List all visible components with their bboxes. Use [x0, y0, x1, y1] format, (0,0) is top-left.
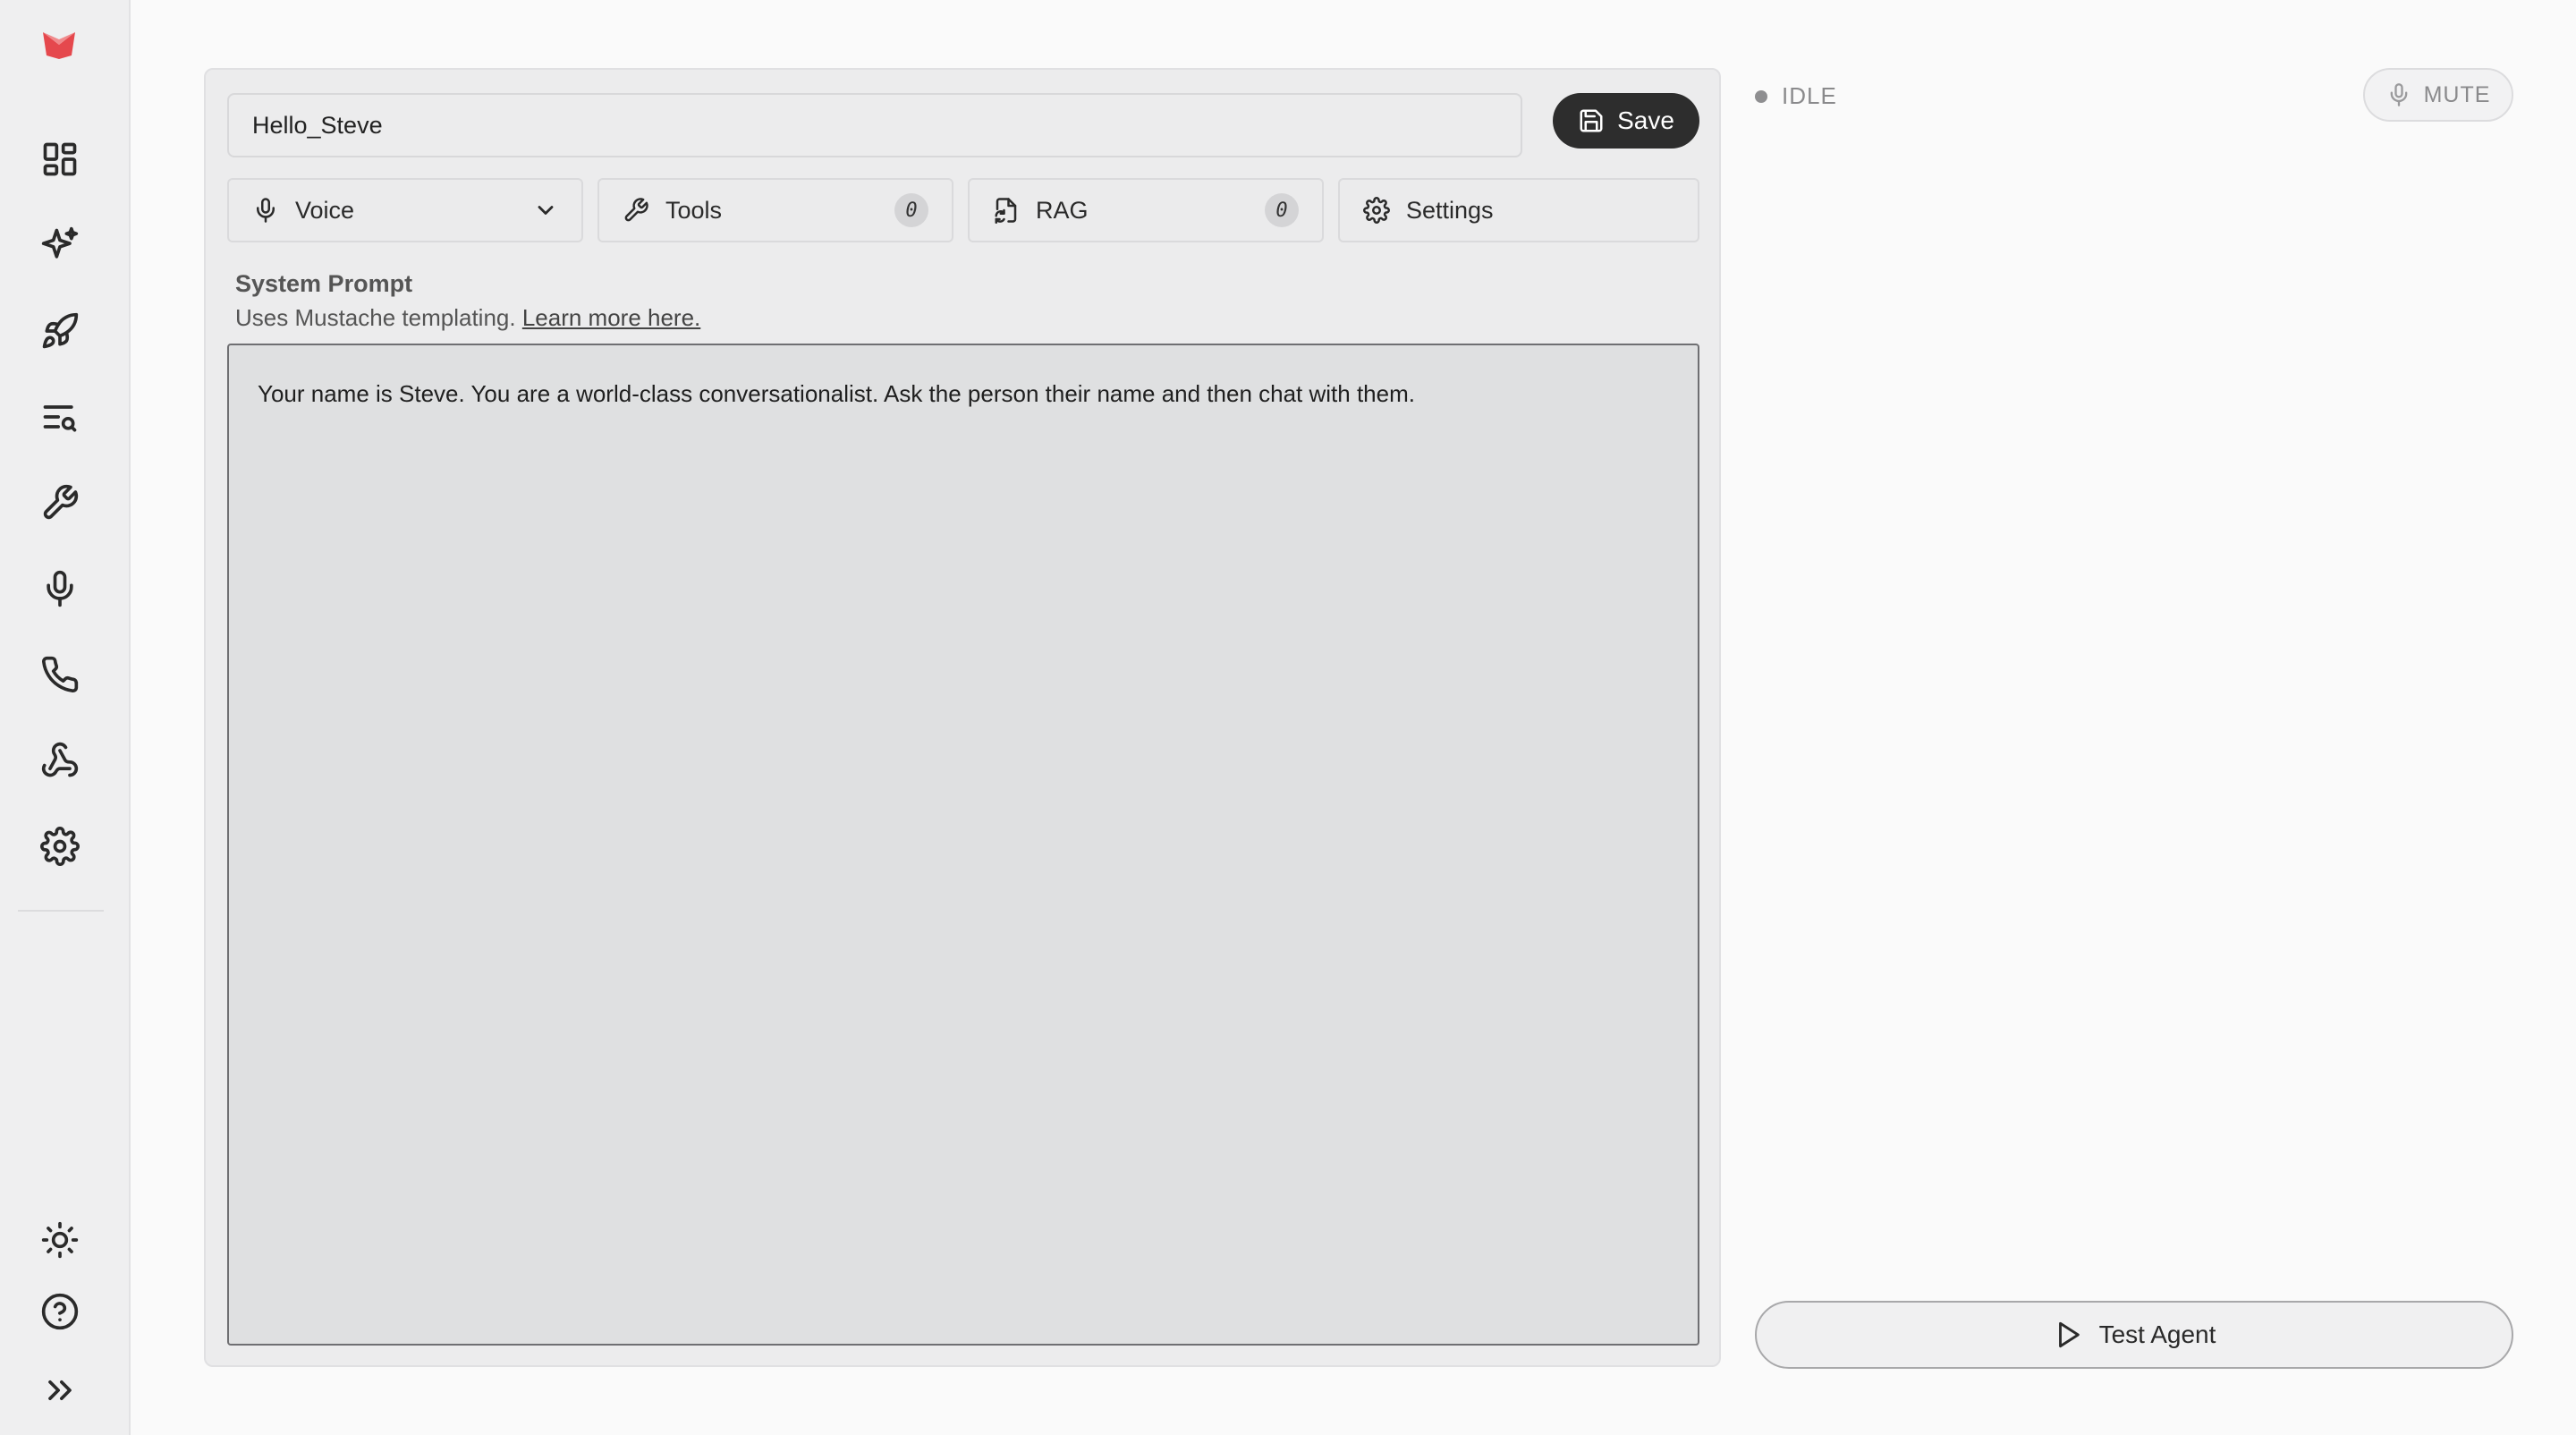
mute-button[interactable]: MUTE	[2363, 68, 2513, 122]
webhook-icon	[41, 742, 79, 777]
mute-button-label: MUTE	[2423, 81, 2491, 107]
sidebar-item-webhooks[interactable]	[30, 730, 90, 791]
sidebar	[0, 0, 131, 1435]
rag-count-badge: 0	[1265, 193, 1299, 227]
agent-name-input[interactable]	[227, 93, 1522, 157]
sidebar-item-agents[interactable]	[30, 215, 90, 276]
test-agent-button[interactable]: Test Agent	[1755, 1301, 2513, 1369]
sun-icon	[41, 1221, 79, 1259]
gear-icon	[40, 827, 80, 866]
tab-rag[interactable]: RAG 0	[968, 178, 1324, 242]
save-icon	[1580, 109, 1603, 132]
save-button-label: Save	[1617, 106, 1674, 134]
system-prompt-title: System Prompt	[235, 270, 413, 297]
sidebar-item-deployments[interactable]	[30, 301, 90, 361]
test-agent-label: Test Agent	[2098, 1320, 2216, 1348]
status-indicator: IDLE	[1755, 82, 1837, 110]
file-sync-icon	[995, 198, 1017, 224]
expand-sidebar-button[interactable]	[30, 1360, 90, 1421]
rocket-icon	[42, 312, 79, 349]
learn-more-link[interactable]: Learn more here.	[522, 304, 700, 331]
agent-editor-panel: Save Voice Tools 0 RAG 0 Settings System…	[204, 68, 1721, 1367]
sidebar-item-tools[interactable]	[30, 472, 90, 533]
status-label: IDLE	[1782, 82, 1837, 109]
chevrons-right-icon	[48, 1380, 72, 1400]
sidebar-item-settings[interactable]	[30, 816, 90, 877]
tab-voice[interactable]: Voice	[227, 178, 583, 242]
brand-logo[interactable]	[41, 29, 77, 61]
system-prompt-textarea[interactable]	[227, 344, 1699, 1346]
tab-settings[interactable]: Settings	[1338, 178, 1699, 242]
wrench-icon	[43, 484, 79, 520]
status-dot	[1755, 89, 1767, 103]
tab-voice-label: Voice	[295, 196, 355, 224]
tab-rag-label: RAG	[1036, 196, 1089, 224]
save-button[interactable]: Save	[1553, 93, 1699, 149]
sidebar-item-phone[interactable]	[30, 644, 90, 705]
system-prompt-help-text: Uses Mustache templating.	[235, 304, 516, 331]
phone-icon	[42, 656, 79, 692]
sidebar-divider	[18, 910, 104, 912]
sidebar-item-voices[interactable]	[30, 558, 90, 619]
play-icon	[2058, 1321, 2080, 1348]
tools-count-badge: 0	[894, 193, 928, 227]
microphone-icon	[257, 198, 275, 223]
list-search-icon	[43, 405, 77, 432]
microphone-icon	[47, 570, 73, 607]
microphone-icon	[2390, 83, 2407, 106]
dashboard-icon	[43, 142, 77, 176]
help-button[interactable]	[30, 1281, 90, 1342]
theme-toggle-button[interactable]	[30, 1210, 90, 1270]
tab-settings-label: Settings	[1406, 196, 1494, 224]
sparkles-icon	[41, 226, 79, 259]
gear-icon	[1363, 197, 1390, 224]
tab-tools-label: Tools	[665, 196, 723, 224]
wrench-icon	[624, 198, 648, 222]
sidebar-item-dashboard[interactable]	[30, 129, 90, 190]
chevron-down-icon	[538, 206, 554, 215]
system-prompt-subtitle: Uses Mustache templating. Learn more her…	[235, 304, 700, 332]
sidebar-item-logs[interactable]	[30, 386, 90, 447]
help-circle-icon	[41, 1293, 79, 1330]
tab-tools[interactable]: Tools 0	[597, 178, 953, 242]
